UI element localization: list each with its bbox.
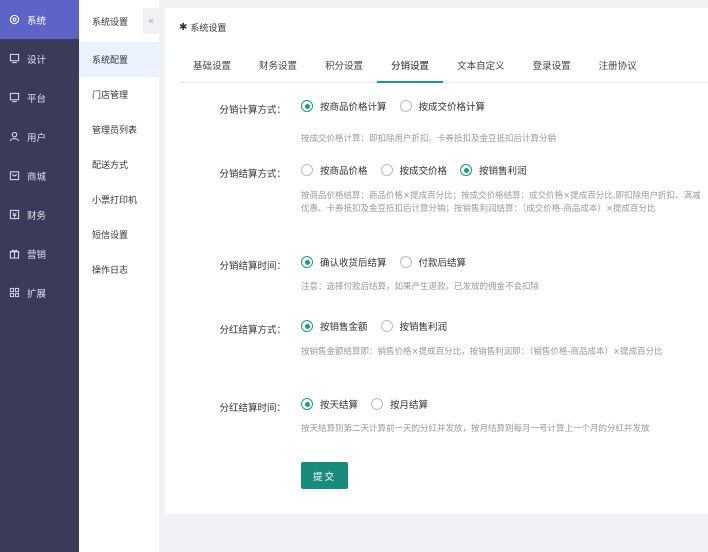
panel-title: ✱ 系统设置 bbox=[179, 21, 226, 34]
radio-circle bbox=[380, 320, 393, 332]
nav-item-extensions[interactable]: 扩展 bbox=[0, 273, 79, 312]
radio-label: 按月结算 bbox=[390, 400, 429, 411]
secondary-sidebar: 系统设置 « 系统配置 门店管理 管理员列表 配送方式 小票打印机 短信设置 操… bbox=[79, 0, 159, 552]
submit-button[interactable]: 提交 bbox=[301, 462, 348, 489]
settle-method-hint: 按商品价格结算：商品价格×提成百分比；按成交价格结算：成交价格×提成百分比,即扣… bbox=[301, 191, 701, 214]
subnav-item-sms-settings[interactable]: 短信设置 bbox=[79, 217, 159, 252]
subnav-item-receipt-printer[interactable]: 小票打印机 bbox=[79, 182, 159, 217]
radio-circle bbox=[399, 256, 412, 268]
nav-item-users[interactable]: 用户 bbox=[0, 117, 79, 156]
bonus-method-hint: 按销售金额结算即：销售价格×提成百分比，按销售利润即：（销售价格-商品成本）×提… bbox=[301, 347, 663, 357]
radio-label: 付款后结算 bbox=[418, 258, 467, 269]
monitor-icon bbox=[8, 52, 21, 65]
radio-label: 按销售利润 bbox=[399, 322, 448, 333]
settle-time-hint: 注意：选择付款后结算，如果产生退款，已发放的佣金不会扣除 bbox=[301, 282, 540, 292]
radio-label: 按销售利润 bbox=[479, 166, 527, 177]
radio-label: 按成交价格 bbox=[399, 166, 448, 177]
gift-icon bbox=[8, 247, 21, 260]
tab-basic[interactable]: 基础设置 bbox=[179, 51, 245, 83]
bonus-method-label: 分红结算方式： bbox=[219, 325, 286, 336]
radio-circle bbox=[301, 164, 313, 176]
subnav-item-store-management[interactable]: 门店管理 bbox=[79, 77, 159, 112]
bonus-time-hint: 按天结算则第二天计算前一天的分红并发放，按月结算则每月一号计算上一个月的分红并发… bbox=[301, 424, 650, 434]
calc-method-label: 分销计算方式： bbox=[219, 105, 286, 116]
radio-by-sales-profit[interactable]: 按销售利润 bbox=[460, 163, 527, 177]
subnav-item-system-config[interactable]: 系统配置 bbox=[79, 42, 159, 77]
radio-by-deal-price[interactable]: 按成交价格计算 bbox=[399, 99, 486, 113]
radio-circle bbox=[371, 398, 384, 410]
radio-after-payment[interactable]: 付款后结算 bbox=[399, 255, 467, 269]
radio-circle bbox=[301, 320, 313, 332]
tab-login[interactable]: 登录设置 bbox=[519, 51, 585, 83]
radio-label: 按销售金额 bbox=[320, 322, 368, 333]
gear-icon bbox=[8, 13, 21, 26]
radio-daily[interactable]: 按天结算 bbox=[301, 397, 358, 411]
radio-by-sales-profit[interactable]: 按销售利润 bbox=[380, 319, 448, 333]
radio-circle bbox=[301, 100, 313, 112]
settle-method-options: 按商品价格 按成交价格 按销售利润 bbox=[301, 163, 540, 177]
nav-item-platform[interactable]: 平台 bbox=[0, 78, 79, 117]
tab-register-agreement[interactable]: 注册协议 bbox=[585, 51, 651, 83]
bonus-time-options: 按天结算 按月结算 bbox=[301, 397, 441, 411]
nav-item-label: 系统 bbox=[27, 15, 47, 27]
calc-method-hint: 按成交价格计算：即扣除用户折扣、卡券抵扣及金豆抵扣后计算分销 bbox=[301, 134, 557, 144]
subnav-item-operation-log[interactable]: 操作日志 bbox=[79, 252, 159, 287]
nav-item-label: 财务 bbox=[27, 210, 47, 222]
radio-monthly[interactable]: 按月结算 bbox=[371, 397, 428, 411]
monitor-icon bbox=[8, 91, 21, 104]
radio-after-receipt[interactable]: 确认收货后结算 bbox=[301, 255, 387, 269]
settle-time-label: 分销结算时间： bbox=[219, 261, 286, 272]
user-icon bbox=[8, 130, 21, 143]
main-sidebar: 系统 设计 平台 用户 商城 财务 营销 扩展 bbox=[0, 0, 79, 552]
radio-by-sales-amount[interactable]: 按销售金额 bbox=[301, 319, 368, 333]
subnav-header: 系统设置 « bbox=[79, 0, 159, 42]
bonus-time-label: 分红结算时间： bbox=[219, 403, 286, 414]
nav-item-label: 用户 bbox=[27, 132, 47, 144]
radio-label: 按商品价格 bbox=[320, 166, 368, 177]
tab-custom-text[interactable]: 文本自定义 bbox=[443, 51, 519, 83]
shop-icon bbox=[8, 169, 21, 182]
nav-item-label: 商城 bbox=[27, 171, 47, 183]
subnav-title: 系统设置 bbox=[92, 17, 129, 28]
radio-by-product-price[interactable]: 按商品价格 bbox=[301, 163, 368, 177]
radio-circle bbox=[301, 256, 313, 268]
calc-method-options: 按商品价格计算 按成交价格计算 bbox=[301, 99, 498, 113]
radio-circle bbox=[399, 100, 412, 112]
nav-item-finance[interactable]: 财务 bbox=[0, 195, 79, 234]
nav-item-label: 营销 bbox=[27, 249, 47, 261]
radio-by-deal-price[interactable]: 按成交价格 bbox=[380, 163, 448, 177]
collapse-sidebar-button[interactable]: « bbox=[143, 8, 159, 34]
tab-finance[interactable]: 财务设置 bbox=[245, 51, 311, 83]
finance-icon bbox=[8, 208, 21, 221]
bonus-method-options: 按销售金额 按销售利润 bbox=[301, 319, 460, 333]
radio-label: 按天结算 bbox=[320, 400, 359, 411]
nav-item-label: 平台 bbox=[27, 93, 47, 105]
settings-panel: ✱ 系统设置 基础设置 财务设置 积分设置 分销设置 文本自定义 登录设置 注册… bbox=[165, 8, 708, 514]
settle-method-label: 分销结算方式： bbox=[219, 169, 286, 180]
subnav-item-admin-list[interactable]: 管理员列表 bbox=[79, 112, 159, 147]
nav-item-label: 设计 bbox=[27, 54, 47, 66]
radio-circle bbox=[460, 164, 473, 176]
radio-circle bbox=[301, 398, 313, 410]
tab-distribution[interactable]: 分销设置 bbox=[377, 51, 444, 83]
nav-item-label: 扩展 bbox=[27, 288, 47, 300]
gear-icon: ✱ bbox=[179, 22, 188, 33]
radio-label: 按商品价格计算 bbox=[320, 102, 387, 113]
nav-item-shop[interactable]: 商城 bbox=[0, 156, 79, 195]
radio-circle bbox=[380, 164, 393, 176]
nav-item-design[interactable]: 设计 bbox=[0, 39, 79, 78]
tab-points[interactable]: 积分设置 bbox=[311, 51, 377, 83]
settle-time-options: 确认收货后结算 付款后结算 bbox=[301, 255, 479, 269]
settings-tabs: 基础设置 财务设置 积分设置 分销设置 文本自定义 登录设置 注册协议 bbox=[179, 51, 708, 83]
radio-label: 按成交价格计算 bbox=[418, 102, 486, 113]
nav-item-marketing[interactable]: 营销 bbox=[0, 234, 79, 273]
radio-label: 确认收货后结算 bbox=[320, 258, 387, 269]
nav-item-system[interactable]: 系统 bbox=[0, 0, 79, 39]
panel-title-text: 系统设置 bbox=[190, 24, 227, 34]
radio-by-product-price[interactable]: 按商品价格计算 bbox=[301, 99, 387, 113]
grid-icon bbox=[8, 286, 21, 299]
subnav-item-delivery[interactable]: 配送方式 bbox=[79, 147, 159, 182]
